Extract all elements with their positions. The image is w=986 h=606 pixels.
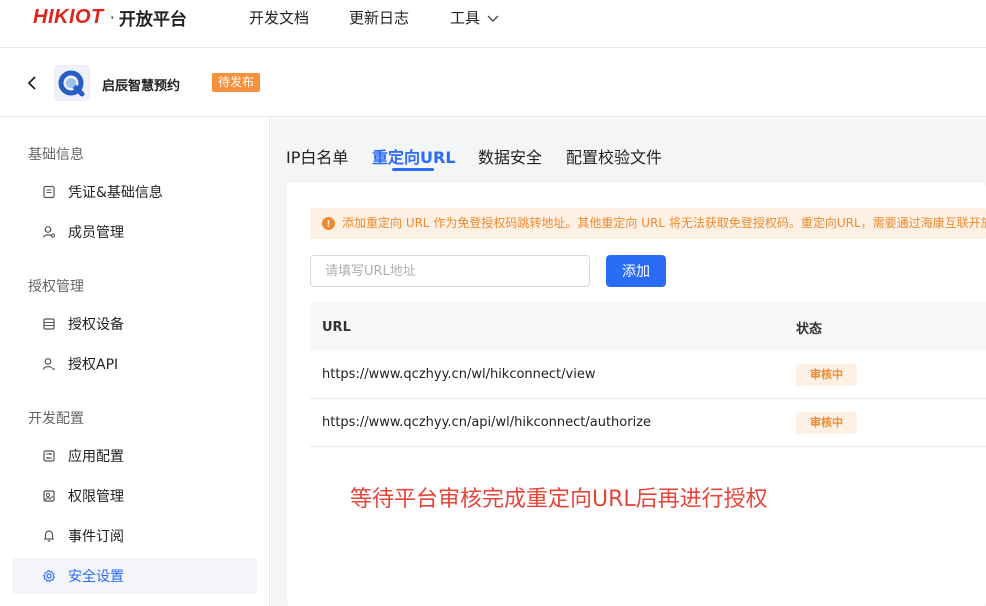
top-nav: HIKIOT · 开放平台 开发文档 更新日志 工具 (0, 0, 986, 48)
app-logo-q-icon (54, 65, 90, 101)
bell-icon (44, 530, 54, 542)
tab-ip-whitelist[interactable]: IP白名单 (286, 144, 348, 168)
nav-tools-dropdown[interactable]: 工具 (450, 7, 500, 28)
column-header-status: 状态 (796, 321, 823, 337)
back-arrow-icon[interactable] (24, 75, 40, 91)
gear-icon (42, 569, 56, 583)
column-header-url: URL (322, 319, 351, 335)
sidebar-item-label: 安全设置 (68, 569, 124, 585)
chevron-down-icon (487, 15, 499, 22)
add-button[interactable]: 添加 (606, 255, 666, 287)
sidebar-item-label: 事件订阅 (68, 529, 124, 545)
active-tab-indicator (392, 168, 434, 171)
status-cell: 审核中 (784, 363, 986, 386)
url-input[interactable] (310, 255, 590, 287)
sidebar-item-security[interactable]: 安全设置 (12, 558, 257, 594)
table-row: https://www.qczhyy.cn/api/wl/hikconnect/… (310, 399, 986, 447)
tab-data-security[interactable]: 数据安全 (478, 144, 542, 168)
status-badge: 待发布 (212, 73, 261, 92)
url-cell: https://www.qczhyy.cn/api/wl/hikconnect/… (322, 415, 652, 430)
status-cell: 审核中 (784, 411, 986, 434)
tab-config-verify-file[interactable]: 配置校验文件 (566, 144, 662, 168)
sidebar-item-label: 应用配置 (68, 449, 124, 465)
brand-subtitle: 开放平台 (118, 10, 187, 30)
nav-tools-label: 工具 (450, 9, 481, 27)
sidebar-item-devices[interactable]: 授权设备 (12, 306, 257, 342)
sidebar-item-label: 授权API (68, 357, 119, 373)
url-cell: https://www.qczhyy.cn/wl/hikconnect/view (322, 367, 596, 382)
sidebar-item-events[interactable]: 事件订阅 (12, 518, 257, 554)
status-tag: 审核中 (796, 363, 857, 386)
tab-redirect-url[interactable]: 重定向URL (372, 144, 456, 168)
app-config-icon (43, 450, 55, 462)
app-logo (54, 65, 90, 101)
info-notice: 添加重定向 URL 作为免登授权码跳转地址。其他重定向 URL 将无法获取免登授… (310, 208, 986, 239)
permission-icon (43, 490, 55, 502)
nav-changelog-link[interactable]: 更新日志 (349, 7, 409, 28)
members-icon (42, 226, 56, 238)
app-name: 启辰智慧预约 (102, 79, 181, 94)
redirect-url-panel: 添加重定向 URL 作为免登授权码跳转地址。其他重定向 URL 将无法获取免登授… (287, 183, 986, 606)
sidebar-group-dev: 开发配置 (28, 411, 84, 427)
brand-dot: · (109, 8, 115, 27)
sidebar-item-label: 授权设备 (68, 317, 124, 333)
app-header: 启辰智慧预约 待发布 (0, 49, 986, 117)
warning-icon (322, 217, 335, 230)
tab-bar: IP白名单 重定向URL 数据安全 配置校验文件 (271, 118, 986, 180)
sidebar-item-label: 凭证&基础信息 (68, 185, 163, 201)
sidebar-item-members[interactable]: 成员管理 (12, 214, 257, 250)
notice-text: 添加重定向 URL 作为免登授权码跳转地址。其他重定向 URL 将无法获取免登授… (342, 216, 986, 230)
table-row: https://www.qczhyy.cn/wl/hikconnect/view… (310, 351, 986, 399)
sidebar-group-basic: 基础信息 (28, 147, 84, 163)
credential-icon (43, 185, 55, 199)
brand-name: HIKIOT (33, 6, 104, 28)
device-icon (43, 318, 55, 330)
status-tag: 审核中 (796, 411, 857, 434)
redirect-url-table: URL 状态 https://www.qczhyy.cn/wl/hikconne… (310, 303, 986, 447)
table-header: URL 状态 (310, 303, 986, 351)
nav-docs-link[interactable]: 开发文档 (249, 7, 309, 28)
sidebar-item-api[interactable]: 授权API (12, 346, 257, 382)
annotation-text: 等待平台审核完成重定向URL后再进行授权 (350, 487, 768, 512)
main-content: IP白名单 重定向URL 数据安全 配置校验文件 添加重定向 URL 作为免登授… (271, 118, 986, 606)
sidebar-item-label: 权限管理 (68, 489, 124, 505)
platform-logo[interactable]: HIKIOT · 开放平台 (33, 0, 187, 42)
sidebar: 基础信息 凭证&基础信息 成员管理 授权管理 授权设备 授权API 开发配置 应… (0, 118, 270, 606)
sidebar-item-credentials[interactable]: 凭证&基础信息 (12, 174, 257, 210)
sidebar-group-auth: 授权管理 (28, 279, 84, 295)
sidebar-item-label: 成员管理 (68, 225, 124, 241)
sidebar-item-app-config[interactable]: 应用配置 (12, 438, 257, 474)
api-icon (42, 358, 55, 370)
sidebar-item-permissions[interactable]: 权限管理 (12, 478, 257, 514)
